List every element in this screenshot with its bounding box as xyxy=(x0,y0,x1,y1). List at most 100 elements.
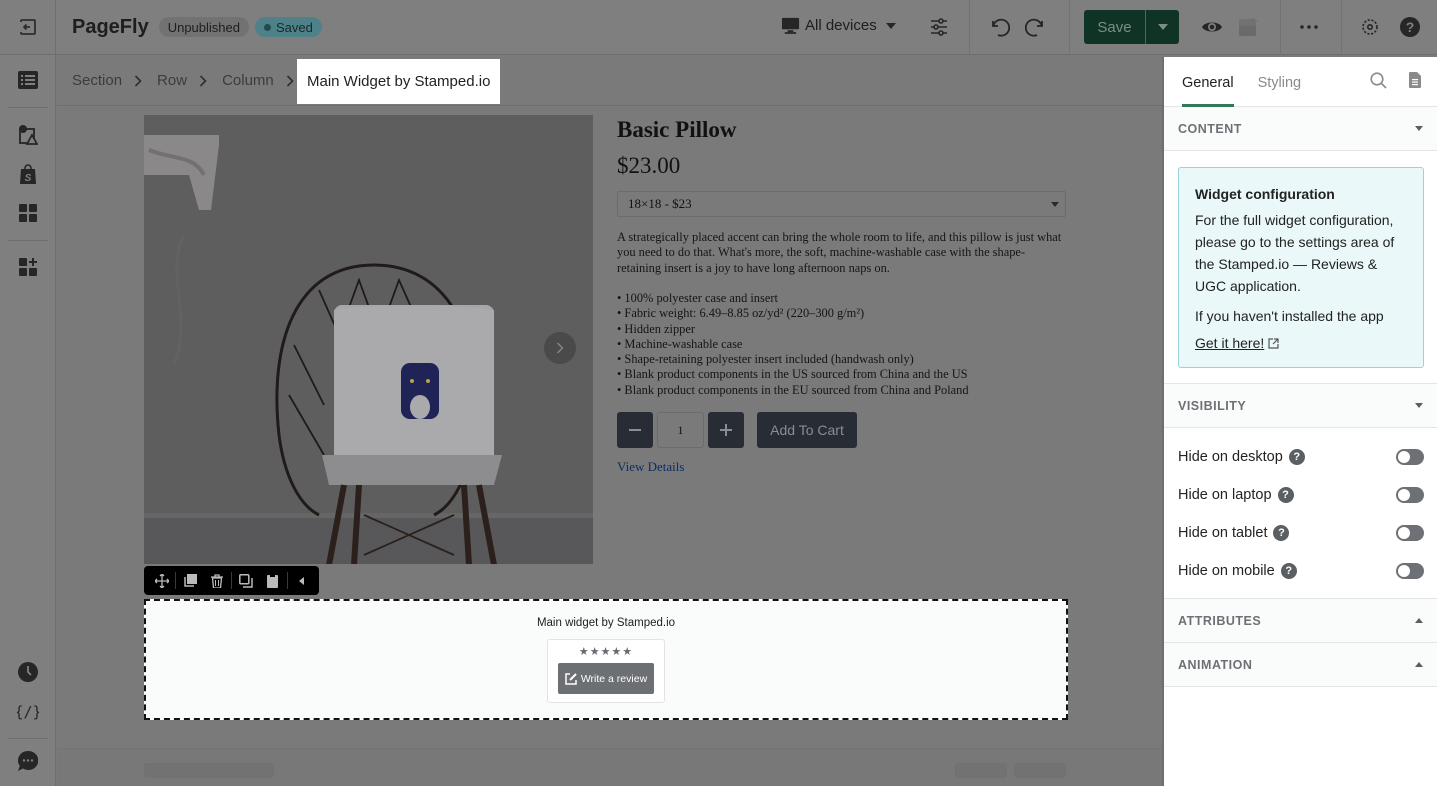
documentation-button[interactable] xyxy=(1409,72,1421,93)
get-app-link-label: Get it here! xyxy=(1195,335,1265,351)
breadcrumb-item-active[interactable]: Main Widget by Stamped.io xyxy=(297,59,501,104)
search-icon xyxy=(1370,72,1387,89)
breadcrumb-item-column[interactable]: Column xyxy=(222,72,274,89)
feature-item: • Blank product components in the US sou… xyxy=(617,367,968,382)
feature-item: • Machine-washable case xyxy=(617,336,743,351)
document-icon xyxy=(1409,72,1421,88)
view-details-link[interactable]: View Details xyxy=(617,459,684,475)
element-toolbar xyxy=(144,566,319,595)
collapse-toolbar-button[interactable] xyxy=(288,566,315,595)
hide-on-tablet-toggle[interactable] xyxy=(1396,525,1424,541)
info-text: For the full widget configuration, pleas… xyxy=(1195,212,1395,294)
exit-button[interactable] xyxy=(0,0,56,55)
section-content-body: Widget configuration For the full widget… xyxy=(1164,151,1437,384)
variant-select[interactable]: 18×18 - $23 xyxy=(617,191,1066,217)
help-icon[interactable]: ? xyxy=(1288,449,1305,465)
edit-icon xyxy=(565,672,577,685)
sidebar-item-history[interactable] xyxy=(16,660,40,684)
tab-styling[interactable]: Styling xyxy=(1258,75,1302,106)
hide-on-mobile-toggle[interactable] xyxy=(1396,563,1424,579)
hide-on-laptop-toggle[interactable] xyxy=(1396,487,1424,503)
widget-label: Main widget by Stamped.io xyxy=(536,617,676,629)
section-visibility-header[interactable]: VISIBILITY xyxy=(1164,384,1437,428)
section-visibility-body: Hide on desktop? Hide on laptop? Hide on… xyxy=(1164,428,1437,599)
quantity-decrease-button[interactable] xyxy=(617,412,653,448)
feature-item: • Hidden zipper xyxy=(617,321,695,336)
chevron-right-icon xyxy=(199,74,207,87)
caret-down-icon xyxy=(1157,24,1168,30)
help-button[interactable]: ? xyxy=(1397,14,1423,40)
visibility-row-mobile: Hide on mobile? xyxy=(1178,552,1424,590)
add-to-cart-button[interactable]: Add To Cart xyxy=(757,412,857,448)
quantity-input[interactable]: 1 xyxy=(657,412,704,448)
caret-down-icon xyxy=(1415,403,1423,408)
stamped-widget-selected[interactable]: Main widget by Stamped.io ★★★★★ Write a … xyxy=(144,599,1068,720)
duplicate-button[interactable] xyxy=(176,566,203,595)
more-options-button[interactable] xyxy=(1296,14,1322,40)
panel-tabs: General Styling xyxy=(1164,57,1437,107)
top-bar: PageFly Unpublished Saved All devices Sa… xyxy=(0,0,1437,55)
variant-select-value: 18×18 - $23 xyxy=(628,196,692,211)
sidebar-item-elements[interactable] xyxy=(16,201,40,225)
help-icon[interactable]: ? xyxy=(1277,487,1294,503)
visibility-label: Hide on laptop xyxy=(1178,487,1272,503)
divider xyxy=(1280,0,1281,55)
save-button-group: Save xyxy=(1084,10,1179,44)
editor-canvas: Basic Pillow $23.00 18×18 - $23 A strate… xyxy=(57,107,1162,786)
copy-button[interactable] xyxy=(232,566,259,595)
grid-plus-icon xyxy=(19,258,37,276)
section-animation-header[interactable]: ANIMATION xyxy=(1164,643,1437,687)
redo-button[interactable] xyxy=(1023,14,1049,40)
pillow-chair-photo xyxy=(144,115,593,564)
delete-button[interactable] xyxy=(204,566,231,595)
eye-icon xyxy=(1202,22,1222,32)
image-next-button[interactable] xyxy=(544,332,576,364)
caret-down-icon xyxy=(1415,126,1423,131)
divider xyxy=(8,240,48,241)
product-description: A strategically placed accent can bring … xyxy=(617,230,1062,275)
write-review-button[interactable]: Write a review xyxy=(558,663,654,694)
get-app-link[interactable]: Get it here! xyxy=(1195,335,1407,351)
save-button[interactable]: Save xyxy=(1084,10,1146,44)
undo-button[interactable] xyxy=(986,14,1012,40)
sidebar-item-layers[interactable] xyxy=(16,68,40,92)
section-title: ATTRIBUTES xyxy=(1178,613,1262,628)
section-attributes-header[interactable]: ATTRIBUTES xyxy=(1164,599,1437,643)
sidebar-item-chat[interactable] xyxy=(16,749,40,773)
save-options-button[interactable] xyxy=(1146,10,1179,44)
copy-icon xyxy=(238,573,253,588)
sidebar-item-shopify[interactable]: S xyxy=(16,162,40,186)
section-content-header[interactable]: CONTENT xyxy=(1164,107,1437,151)
paste-button[interactable] xyxy=(259,566,286,595)
move-button[interactable] xyxy=(148,566,175,595)
chevron-right-icon xyxy=(286,74,294,87)
divider xyxy=(8,107,48,108)
hide-on-desktop-toggle[interactable] xyxy=(1396,449,1424,465)
page-settings-button[interactable] xyxy=(1357,14,1383,40)
product-price: $23.00 xyxy=(617,153,681,178)
divider xyxy=(8,738,48,739)
collapse-left-icon xyxy=(298,576,304,585)
help-icon[interactable]: ? xyxy=(1280,563,1297,579)
preview-button[interactable] xyxy=(1199,14,1225,40)
placeholder-bar xyxy=(955,763,1007,778)
section-title: VISIBILITY xyxy=(1178,398,1247,413)
saved-label: Saved xyxy=(275,19,313,35)
preview-image-button[interactable] xyxy=(1235,14,1261,40)
sidebar-item-code[interactable]: {/} xyxy=(16,700,40,724)
device-selector[interactable]: All devices xyxy=(781,16,901,35)
caret-down-icon xyxy=(1051,202,1059,207)
quantity-increase-button[interactable] xyxy=(708,412,744,448)
breadcrumb-item-section[interactable]: Section xyxy=(72,72,122,89)
tab-general[interactable]: General xyxy=(1182,75,1234,107)
caret-up-icon xyxy=(1415,662,1423,667)
help-icon[interactable]: ? xyxy=(1273,525,1290,541)
device-selector-label: All devices xyxy=(805,17,877,34)
sidebar-item-media[interactable] xyxy=(16,123,40,147)
duplicate-icon xyxy=(184,573,197,587)
breadcrumb-item-row[interactable]: Row xyxy=(157,72,187,89)
settings-sliders-button[interactable] xyxy=(926,14,952,40)
panel-search-button[interactable] xyxy=(1370,72,1387,94)
sidebar-item-add-elements[interactable] xyxy=(16,255,40,279)
plus-icon xyxy=(720,424,732,436)
